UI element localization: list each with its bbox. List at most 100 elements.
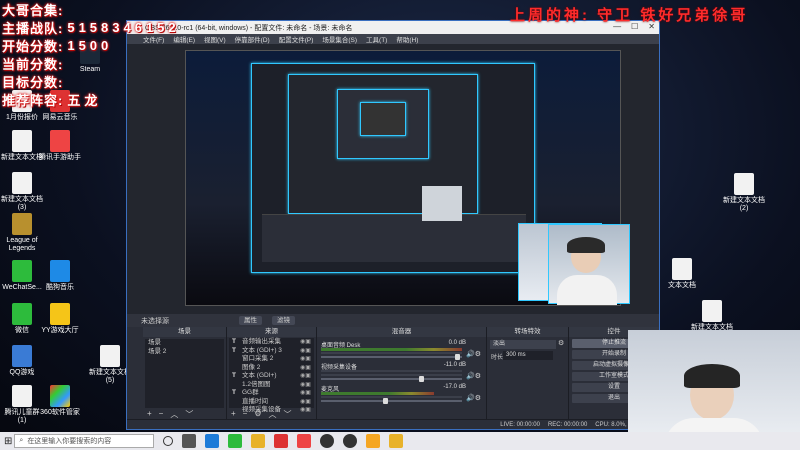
app-icon[interactable] <box>366 434 381 448</box>
taskbar-search[interactable]: ⌕ 在这里输入你要搜索的内容 <box>14 434 155 448</box>
volume-meter <box>321 348 462 351</box>
folder-icon[interactable] <box>251 434 266 448</box>
source-item[interactable]: 直播时间 ◉▣ <box>229 398 314 407</box>
desktop-icon-game[interactable]: 腾讯手游助手 <box>38 130 82 162</box>
source-item[interactable]: 1.2倍图图 ◉▣ <box>229 381 314 390</box>
source-item[interactable]: T 文本 (GDI+) 3 ◉▣ <box>229 347 314 356</box>
volume-meter <box>321 392 434 395</box>
qq-icon <box>12 345 32 367</box>
taskbar: ⊞ ⌕ 在这里输入你要搜索的内容 <box>0 432 800 450</box>
folder-icon[interactable] <box>389 434 404 448</box>
desktop-icon-right-1[interactable]: 新建文本文档 (2) <box>722 173 766 213</box>
duration-input[interactable]: 300 ms <box>503 351 553 360</box>
down-icon[interactable]: ﹀ <box>185 409 193 419</box>
rec-time: REC: 00:00:00 <box>547 421 588 428</box>
game-icon[interactable] <box>297 434 312 448</box>
eye-icon[interactable]: ◉▣ <box>300 398 314 407</box>
source-item[interactable]: T 音频输出采集 ◉▣ <box>229 338 314 347</box>
scenes-footer: + − ︿ ﹀ <box>147 409 193 419</box>
desktop-icon-qq[interactable]: QQ游戏 <box>0 345 44 377</box>
desktop-icon-right-2[interactable]: 文本文档 <box>660 258 704 290</box>
eye-icon[interactable]: ◉▣ <box>300 389 314 398</box>
eye-icon[interactable]: ◉▣ <box>300 372 314 381</box>
edge-icon[interactable] <box>205 434 220 448</box>
sources-title: 来源 <box>227 327 316 337</box>
lol-icon <box>12 213 32 235</box>
nested-capture-4 <box>360 102 406 136</box>
source-item[interactable]: 图像 2 ◉▣ <box>229 364 314 373</box>
up-icon[interactable]: ︿ <box>269 409 277 419</box>
menu-help[interactable]: 帮助(H) <box>396 34 418 44</box>
desktop-icon-lol[interactable]: League of Legends <box>0 213 44 253</box>
down-icon[interactable]: ﹀ <box>284 409 292 419</box>
wechat-icon[interactable] <box>228 434 243 448</box>
hair <box>684 364 740 388</box>
desktop-icon-360[interactable]: 360软件管家 <box>38 385 82 417</box>
desktop-icon-yy[interactable]: YY游戏大厅 <box>38 303 82 335</box>
volume-slider[interactable] <box>321 356 462 358</box>
scenes-list: 场景 场景 2 <box>145 339 224 408</box>
speaker-gear-icon[interactable]: 🔊⚙ <box>466 394 481 402</box>
desktop-icon-txt3[interactable]: 新建文本文档 (3) <box>0 172 44 212</box>
eye-icon[interactable]: ◉▣ <box>300 381 314 390</box>
filters-button[interactable]: 滤镜 <box>272 316 295 325</box>
desktop-icon-right-3[interactable]: 新建文本文档 <box>690 300 734 332</box>
hair <box>567 237 605 253</box>
source-item[interactable]: T 文本 (GDI+) ◉▣ <box>229 372 314 381</box>
360-icon <box>50 385 70 407</box>
eye-icon[interactable]: ◉▣ <box>300 364 314 373</box>
volume-slider-handle[interactable] <box>419 376 424 382</box>
volume-slider[interactable] <box>321 400 462 402</box>
mixer-dock: 混音器 桌面音频 Desk 0.0 dB 🔊⚙ 视频采集设备 -11.0 dB <box>317 327 487 420</box>
scenes-title: 场景 <box>143 327 226 337</box>
gear-icon[interactable]: ⚙ <box>254 409 261 419</box>
txt-icon <box>12 130 32 152</box>
stream-overlay-info: 大哥合集: 主播战队: 5158346152 开始分数: 1500 当前分数: 目标… <box>2 0 242 108</box>
gear-icon[interactable]: ⚙ <box>558 339 564 347</box>
remove-icon[interactable]: − <box>243 409 248 419</box>
up-icon[interactable]: ︿ <box>170 409 178 419</box>
properties-button[interactable]: 属性 <box>239 316 262 325</box>
eye-icon[interactable]: ◉▣ <box>300 406 314 415</box>
transition-select[interactable]: 淡出 <box>490 340 556 349</box>
sources-footer: + − ⚙ ︿ ﹀ <box>231 409 292 419</box>
kugou-icon <box>50 260 70 282</box>
windows-start-icon[interactable]: ⊞ <box>4 436 12 447</box>
task-view-icon[interactable] <box>182 434 197 448</box>
mixer-channel-desktop: 桌面音频 Desk 0.0 dB 🔊⚙ <box>321 340 481 360</box>
music-icon[interactable] <box>274 434 289 448</box>
obs-icon[interactable] <box>343 434 358 448</box>
volume-slider[interactable] <box>321 378 462 380</box>
scene-item[interactable]: 场景 2 <box>145 348 224 357</box>
volume-slider-handle[interactable] <box>383 398 388 404</box>
mixer-list: 桌面音频 Desk 0.0 dB 🔊⚙ 视频采集设备 -11.0 dB 🔊⚙ 麦… <box>319 339 484 405</box>
nested-obs-docks <box>262 214 526 262</box>
overlay-row: 大哥合集: <box>2 2 64 18</box>
source-item[interactable]: 窗口采集 2 ◉▣ <box>229 355 314 364</box>
nested-capture-1 <box>251 63 535 273</box>
overlay-top-banner: 上周的神: 守卫 铁好兄弟徐哥 <box>510 7 749 24</box>
duration-label: 时长 <box>491 355 504 361</box>
overlay-row: 推荐阵容: 五龙 <box>2 92 102 108</box>
source-item[interactable]: T GG群 ◉▣ <box>229 389 314 398</box>
menu-tools[interactable]: 工具(T) <box>366 34 387 44</box>
add-icon[interactable]: + <box>147 409 152 419</box>
shirt <box>557 275 617 305</box>
eye-icon[interactable]: ◉▣ <box>300 355 314 364</box>
speaker-gear-icon[interactable]: 🔊⚙ <box>466 350 481 358</box>
txt-icon <box>734 173 754 195</box>
eye-icon[interactable]: ◉▣ <box>300 338 314 347</box>
remove-icon[interactable]: − <box>159 409 164 419</box>
scene-item[interactable]: 场景 <box>145 339 224 348</box>
eye-icon[interactable]: ◉▣ <box>300 347 314 356</box>
volume-meter <box>321 396 462 398</box>
cortana-icon[interactable] <box>163 436 174 446</box>
menu-profile[interactable]: 配置文件(P) <box>279 34 314 44</box>
obs-icon[interactable] <box>320 434 335 448</box>
txt-icon <box>702 300 722 322</box>
desktop-icon-kugou[interactable]: 酷狗音乐 <box>38 260 82 292</box>
menu-scene-collection[interactable]: 场景集合(S) <box>322 34 357 44</box>
volume-slider-handle[interactable] <box>455 354 460 360</box>
add-icon[interactable]: + <box>231 409 236 419</box>
speaker-gear-icon[interactable]: 🔊⚙ <box>466 372 481 380</box>
